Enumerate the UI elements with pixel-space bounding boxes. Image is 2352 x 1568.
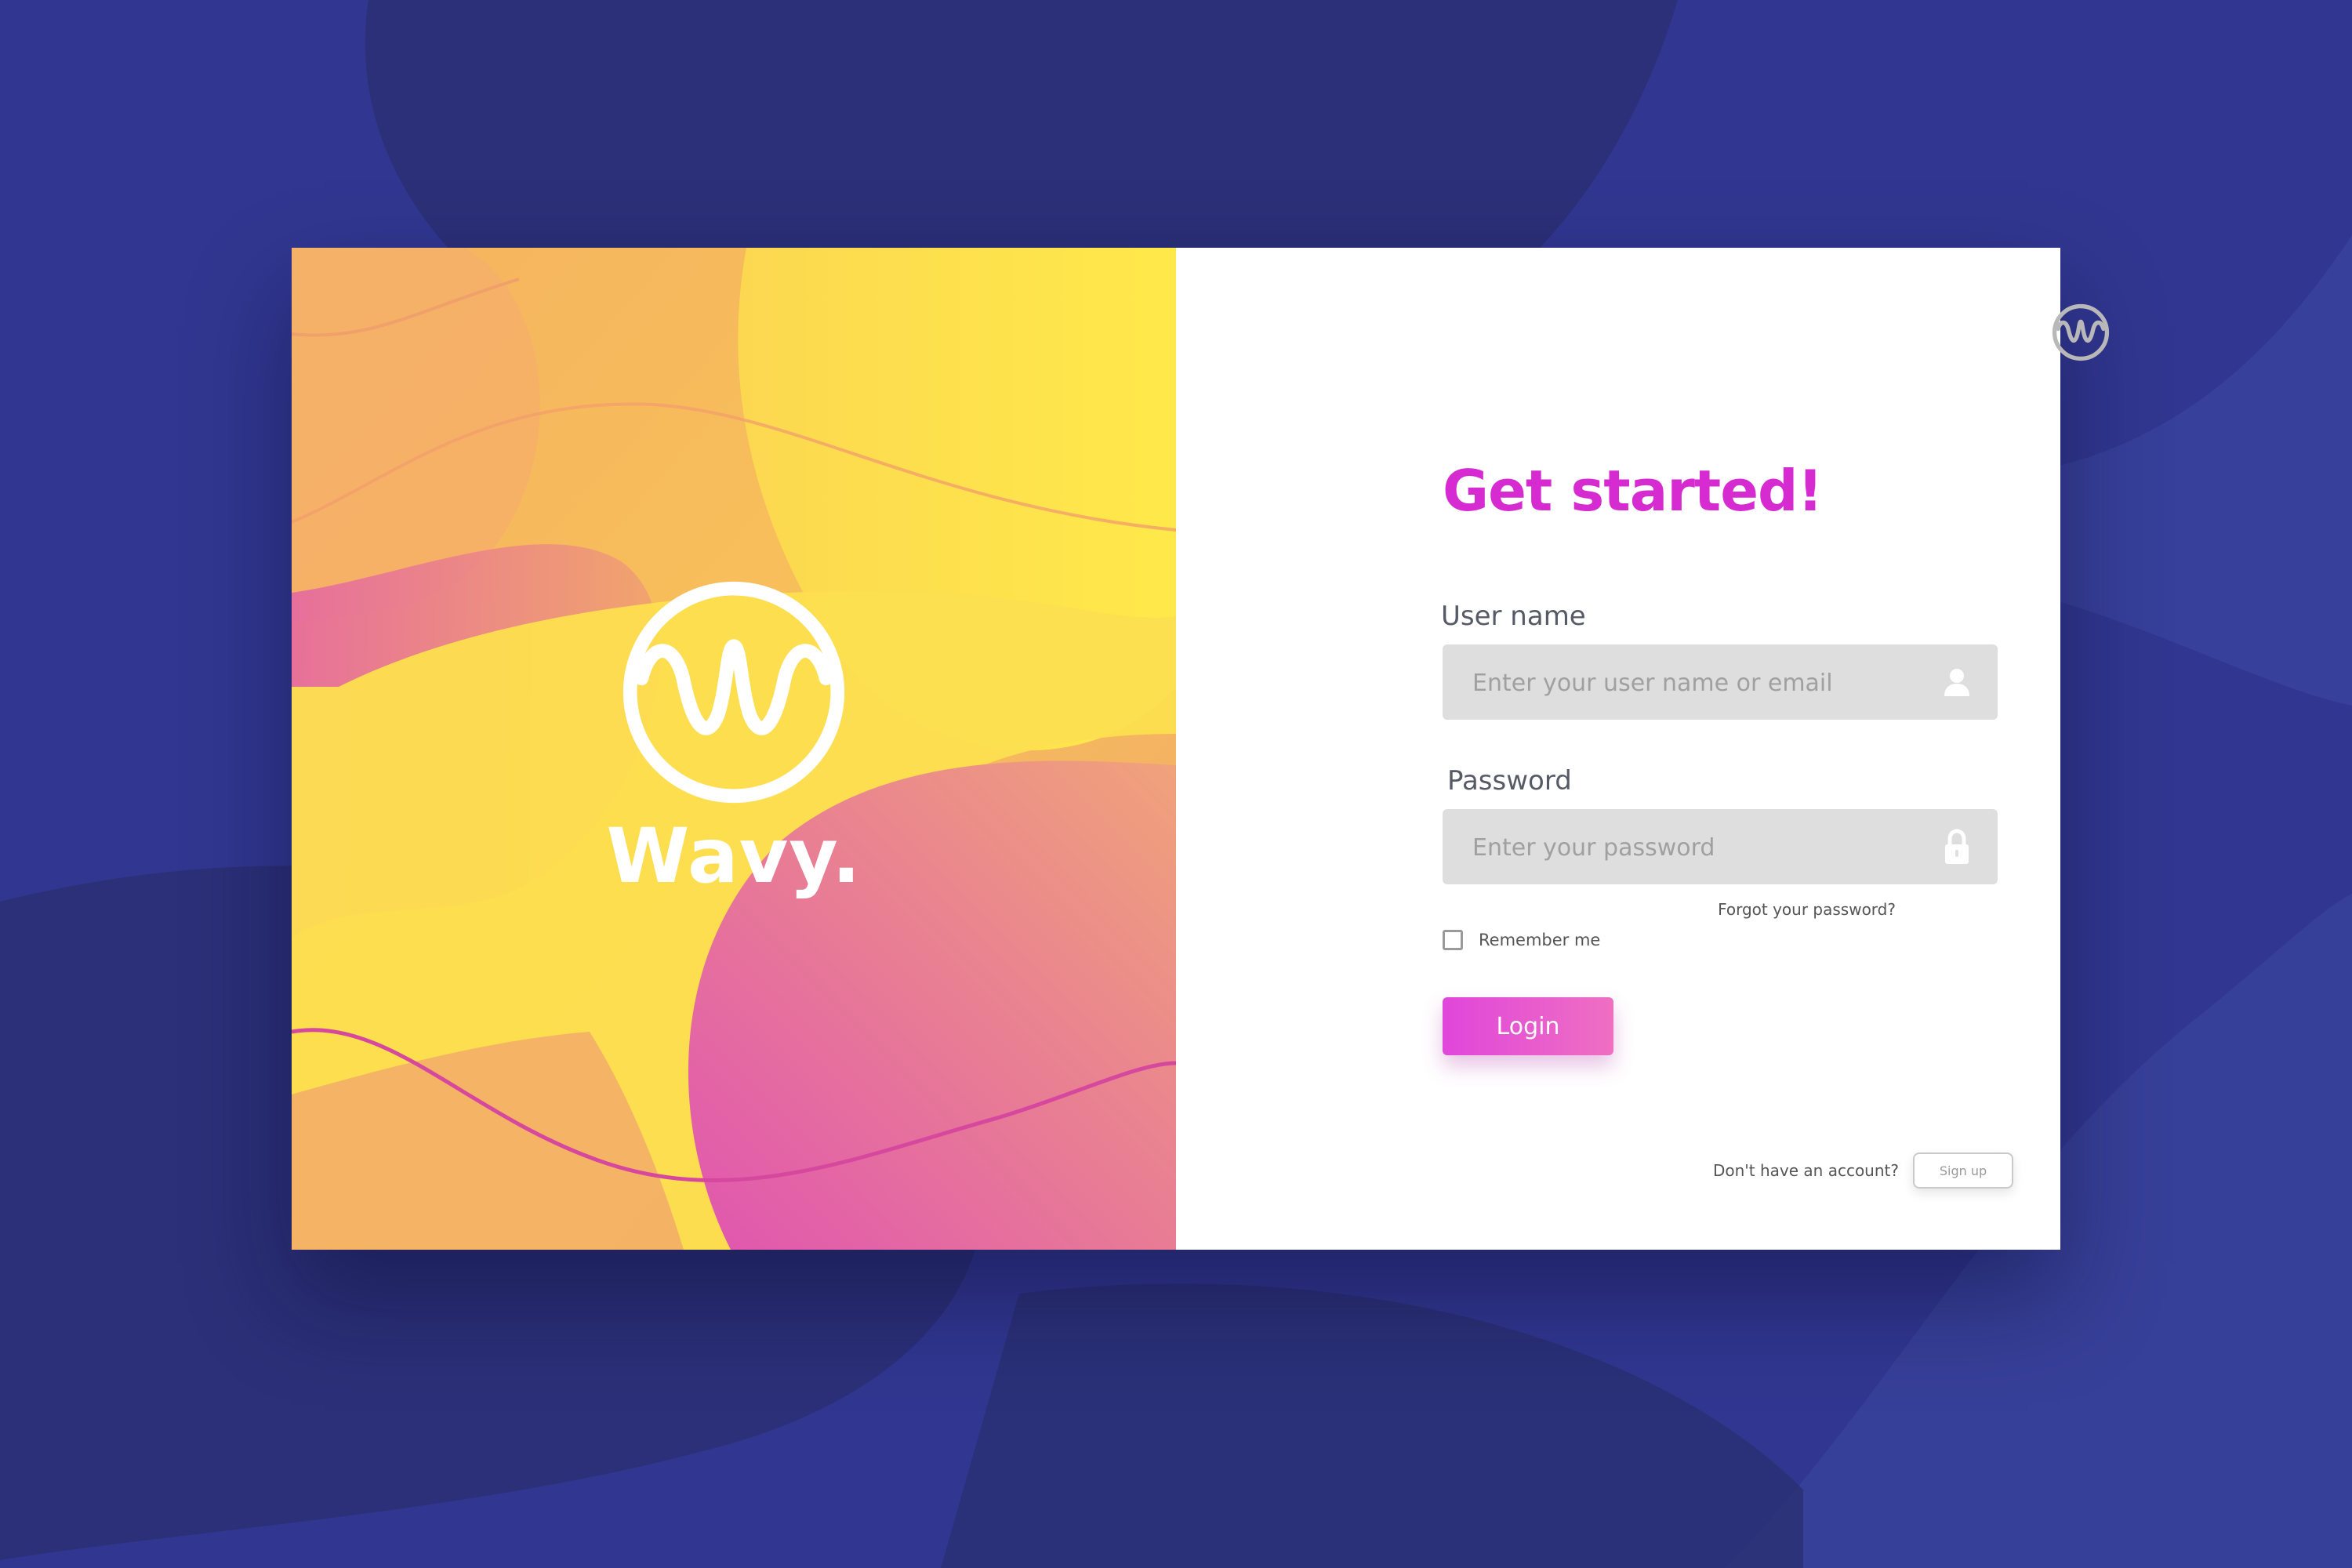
remember-me-checkbox[interactable]	[1443, 930, 1463, 950]
forgot-password-link[interactable]: Forgot your password?	[1718, 900, 1896, 919]
password-label: Password	[1447, 765, 1572, 797]
username-input[interactable]	[1471, 644, 1913, 721]
password-input[interactable]	[1471, 809, 1913, 886]
brand-name: Wavy.	[606, 812, 862, 900]
user-icon	[1944, 669, 1969, 696]
wave-circle-logo-small-icon	[2052, 303, 2110, 361]
remember-me-label: Remember me	[1479, 931, 1601, 949]
page-title: Get started!	[1443, 458, 1823, 524]
signup-prompt: Don't have an account?	[1712, 1161, 1899, 1180]
password-field[interactable]	[1443, 809, 1998, 886]
lock-icon	[1945, 829, 1969, 864]
brand-art-panel: Wavy.	[292, 248, 1176, 1250]
wave-circle-logo-icon	[622, 581, 845, 804]
signup-row: Don't have an account? Sign up	[1713, 1152, 2013, 1189]
login-button[interactable]: Login	[1443, 997, 1613, 1055]
brand-lockup: Wavy.	[292, 577, 1176, 894]
username-field[interactable]	[1443, 644, 1998, 721]
remember-me[interactable]: Remember me	[1443, 930, 1600, 950]
signup-button[interactable]: Sign up	[1913, 1152, 2013, 1189]
login-form-panel: Get started! User name Password Forgot y…	[1176, 248, 2110, 1250]
login-card: Wavy. Get started! User name Password	[292, 248, 2110, 1250]
username-label: User name	[1441, 601, 1586, 632]
